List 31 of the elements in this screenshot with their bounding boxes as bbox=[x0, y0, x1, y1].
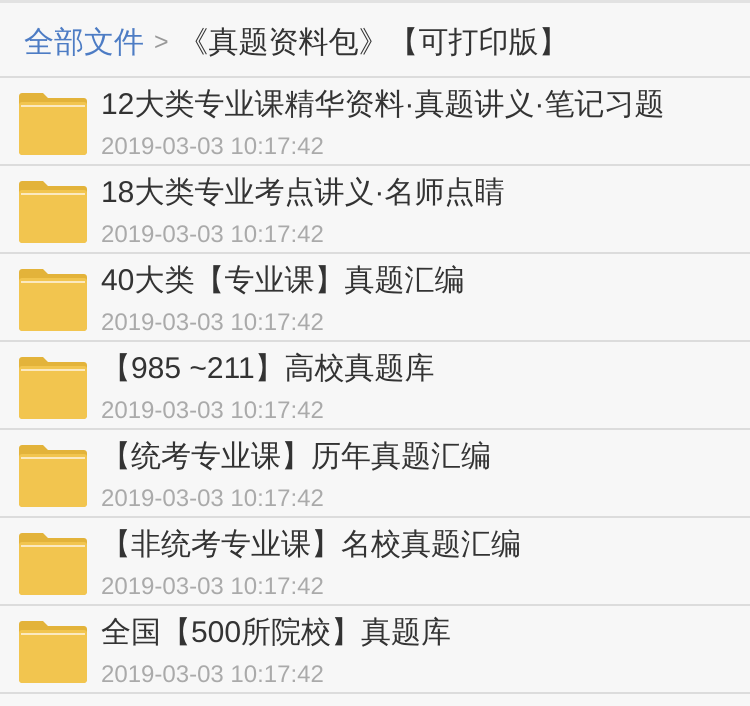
folder-icon bbox=[19, 621, 87, 683]
breadcrumb-root-link[interactable]: 全部文件 bbox=[24, 22, 144, 63]
folder-name: 【统考专业课】历年真题汇编 bbox=[101, 439, 491, 475]
modified-date: 2019-03-03 10:17:42 bbox=[101, 661, 325, 689]
breadcrumb-current: 《真题资料包》【可打印版】 bbox=[178, 25, 569, 61]
folder-name: 40大类【专业课】真题汇编 bbox=[101, 263, 464, 299]
folder-icon bbox=[19, 181, 87, 243]
modified-date: 2019-03-03 10:17:42 bbox=[101, 573, 325, 601]
folder-icon bbox=[19, 445, 87, 507]
folder-row[interactable]: 【985 ~211】高校真题库 2019-03-03 10:17:42 bbox=[0, 342, 750, 430]
folder-row[interactable]: 40大类【专业课】真题汇编 2019-03-03 10:17:42 bbox=[0, 254, 750, 342]
modified-date: 2019-03-03 10:17:42 bbox=[101, 309, 325, 337]
folder-name: 12大类专业课精华资料·真题讲义·笔记习题 bbox=[101, 87, 664, 123]
folder-row[interactable]: 18大类专业考点讲义·名师点睛 2019-03-03 10:17:42 bbox=[0, 166, 750, 254]
folder-name: 全国【500所院校】真题库 bbox=[101, 615, 452, 651]
folder-name: 18大类专业考点讲义·名师点睛 bbox=[101, 175, 504, 211]
modified-date: 2019-03-03 10:17:42 bbox=[101, 485, 325, 513]
folder-icon bbox=[19, 357, 87, 419]
breadcrumb-separator: > bbox=[154, 28, 169, 57]
modified-date: 2019-03-03 10:17:42 bbox=[101, 397, 325, 425]
folder-name: 【985 ~211】高校真题库 bbox=[101, 351, 435, 387]
modified-date: 2019-03-03 10:17:42 bbox=[101, 133, 325, 161]
folder-icon bbox=[19, 533, 87, 595]
folder-row[interactable]: 全国【500所院校】真题库 2019-03-03 10:17:42 bbox=[0, 606, 750, 694]
folder-name: 【非统考专业课】名校真题汇编 bbox=[101, 527, 521, 563]
folder-row[interactable]: 【统考专业课】历年真题汇编 2019-03-03 10:17:42 bbox=[0, 430, 750, 518]
folder-icon bbox=[19, 93, 87, 155]
folder-row[interactable]: 12大类专业课精华资料·真题讲义·笔记习题 2019-03-03 10:17:42 bbox=[0, 78, 750, 166]
modified-date: 2019-03-03 10:17:42 bbox=[101, 221, 325, 249]
folder-row[interactable]: 【非统考专业课】名校真题汇编 2019-03-03 10:17:42 bbox=[0, 518, 750, 606]
folder-icon bbox=[19, 269, 87, 331]
